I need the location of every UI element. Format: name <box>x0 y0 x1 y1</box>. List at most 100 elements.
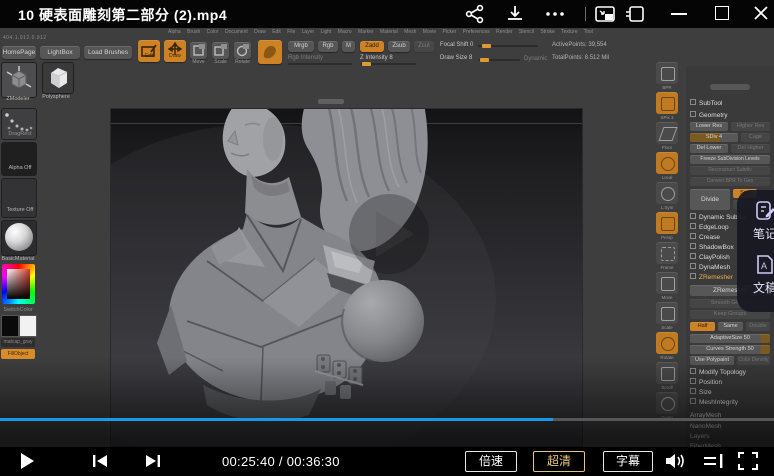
alpha-selector[interactable]: Alpha Off <box>1 142 37 176</box>
edit-mode-button[interactable]: Edit <box>138 40 160 62</box>
play-button[interactable] <box>20 452 35 470</box>
rotate-mode-button[interactable] <box>234 42 251 59</box>
cage-button[interactable]: Cage <box>741 133 770 142</box>
same-button[interactable]: Same <box>718 322 743 331</box>
half-button[interactable]: Half <box>690 322 715 331</box>
lightbox-button[interactable]: LightBox <box>40 46 80 59</box>
layers-palette[interactable]: Layers <box>690 432 770 441</box>
homepage-button[interactable]: HomePage <box>2 46 36 59</box>
move3d-button[interactable] <box>656 272 678 294</box>
current-tool-slot[interactable] <box>42 62 74 94</box>
texture-selector[interactable]: Texture Off <box>1 178 37 218</box>
rgb-intensity-track[interactable] <box>288 63 352 65</box>
use-polypaint-button[interactable]: Use Polypaint <box>690 356 734 365</box>
maximize-button[interactable] <box>715 6 729 20</box>
adaptive-size-slider[interactable]: AdaptiveSize 50 <box>690 334 770 343</box>
scale3d-button[interactable] <box>656 302 678 324</box>
zbrush-menubar[interactable]: Alpha Brush Color Document Draw Edit Fil… <box>168 29 598 35</box>
next-button[interactable] <box>145 454 161 468</box>
tray-handle[interactable] <box>710 84 750 90</box>
main-color-swatch[interactable] <box>1 315 19 337</box>
freeze-subdivision-button[interactable]: Freeze SubDivision Levels <box>690 155 770 164</box>
frame-button[interactable] <box>656 242 678 264</box>
playlist-icon[interactable] <box>703 453 725 469</box>
transcript-entry[interactable]: A 文稿 <box>745 254 774 304</box>
persp-button[interactable] <box>656 212 678 234</box>
del-lower-button[interactable]: Del Lower <box>690 144 728 153</box>
subtitle-button[interactable]: 字幕 <box>603 451 653 472</box>
zsub-button[interactable]: Zsub <box>388 41 410 52</box>
zcut-button[interactable]: Zcut <box>414 41 434 52</box>
lower-res-button[interactable]: Lower Res <box>690 122 728 131</box>
volume-icon[interactable] <box>664 452 688 470</box>
current-brush-thumbnail[interactable] <box>258 40 282 64</box>
mrgb-button[interactable]: Mrgb <box>288 41 314 52</box>
geometry-section[interactable]: Geometry <box>690 111 770 120</box>
m-button[interactable]: M <box>342 41 355 52</box>
fill-object-button[interactable]: FillObject <box>1 349 35 359</box>
higher-res-button[interactable]: Higher Res <box>731 122 770 131</box>
load-brushes-button[interactable]: Load Brushes <box>84 46 132 59</box>
rgb-intensity-slider[interactable]: Rgb Intensity <box>288 55 323 61</box>
fullscreen-icon[interactable] <box>738 452 758 470</box>
dynamic-toggle[interactable]: Dynamic <box>524 56 547 62</box>
mini-player-icon[interactable] <box>624 4 646 24</box>
modify-topology-section[interactable]: Modify Topology <box>690 368 770 377</box>
minimize-button[interactable] <box>671 13 687 15</box>
more-icon[interactable] <box>544 4 566 24</box>
z-intensity-track[interactable] <box>360 63 416 65</box>
size-section[interactable]: Size <box>690 388 770 397</box>
divide-button[interactable]: Divide <box>690 189 730 210</box>
local-transform-button[interactable] <box>656 152 678 174</box>
playback-speed-button[interactable]: 倍速 SVIP <box>465 451 517 472</box>
zoom-canvas-button[interactable] <box>656 392 678 414</box>
picture-in-picture-icon[interactable] <box>594 4 616 24</box>
draw-mode-button[interactable]: Draw <box>164 40 186 62</box>
scale-mode-button[interactable] <box>212 42 229 59</box>
sdiv-slider[interactable]: SDiv 4 <box>690 133 738 142</box>
total-points-counter: TotalPoints: 8.512 Mil <box>552 55 609 61</box>
download-icon[interactable] <box>504 4 526 24</box>
matcap-bar-button[interactable]: matcap_gray <box>1 338 35 347</box>
zbrush-version-text: 404.1.912.0.912 <box>3 35 47 41</box>
z-intensity-slider[interactable]: Z Intensity 8 <box>360 55 393 61</box>
del-higher-button[interactable]: Del Higher <box>731 144 770 153</box>
bpr-render-button[interactable] <box>656 62 678 84</box>
draw-size-slider[interactable]: Draw Size 8 <box>440 55 472 61</box>
floor-grid-button[interactable] <box>656 122 678 144</box>
double-button[interactable]: Double <box>746 322 770 331</box>
rgb-button[interactable]: Rgb <box>318 41 338 52</box>
zadd-button[interactable]: Zadd <box>360 41 384 52</box>
mesh-integrity-section[interactable]: MeshIntegrity <box>690 398 770 407</box>
curves-strength-slider[interactable]: Curves Strength 50 <box>690 345 770 354</box>
position-section[interactable]: Position <box>690 378 770 387</box>
color-picker[interactable] <box>2 264 35 304</box>
secondary-color-swatch[interactable] <box>19 315 37 337</box>
video-progress-bar[interactable] <box>0 418 774 421</box>
scroll-canvas-button[interactable] <box>656 362 678 384</box>
close-button[interactable] <box>753 5 769 21</box>
share-icon[interactable] <box>464 4 486 24</box>
focal-shift-track[interactable] <box>478 45 538 47</box>
canvas-scrollbar-handle[interactable] <box>318 99 344 104</box>
material-selector[interactable] <box>1 220 37 256</box>
stroke-selector[interactable]: DragRect <box>1 108 37 140</box>
current-brush-slot[interactable] <box>1 62 37 98</box>
frame-label: Frame <box>652 265 682 270</box>
reconstruct-subdiv-button[interactable]: Reconstruct Subdiv <box>690 166 770 175</box>
color-picker-saturation-square[interactable] <box>7 269 30 299</box>
lsym-button[interactable] <box>656 182 678 204</box>
focal-shift-slider[interactable]: Focal Shift 0 <box>440 42 473 48</box>
quality-button[interactable]: 超清 <box>533 451 585 472</box>
move-mode-button[interactable] <box>190 42 207 59</box>
notes-entry[interactable]: 笔记 <box>745 200 774 250</box>
convert-bpr-button[interactable]: Convert BPR To Geo <box>690 177 770 186</box>
nanomesh-palette[interactable]: NanoMesh <box>690 422 770 431</box>
spix-button[interactable] <box>656 92 678 114</box>
previous-button[interactable] <box>92 454 108 468</box>
color-density-button[interactable]: Color Density <box>737 356 770 365</box>
sculpt-canvas[interactable] <box>110 108 583 447</box>
draw-size-track[interactable] <box>478 59 520 61</box>
rotate3d-button[interactable] <box>656 332 678 354</box>
subtool-section[interactable]: SubTool <box>690 99 770 108</box>
